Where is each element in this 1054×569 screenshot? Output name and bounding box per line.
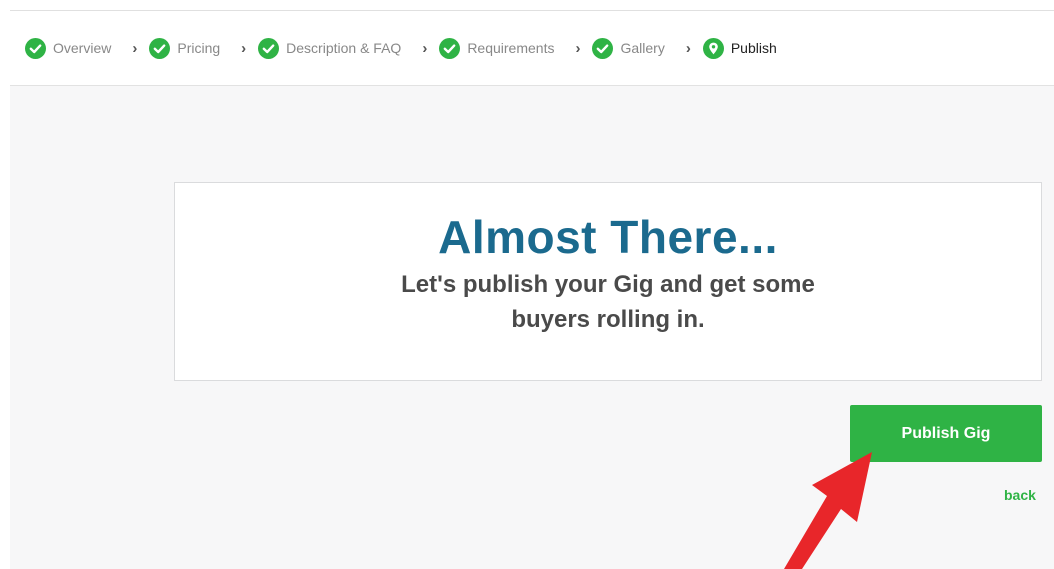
step-publish[interactable]: Publish — [702, 37, 777, 59]
step-pricing[interactable]: Pricing — [149, 37, 221, 59]
chevron-right-icon: › — [132, 39, 138, 57]
publish-gig-button[interactable]: Publish Gig — [850, 405, 1042, 462]
almost-there-card: Almost There... Let's publish your Gig a… — [174, 182, 1042, 381]
chevron-right-icon: › — [241, 39, 247, 57]
chevron-right-icon: › — [685, 39, 691, 57]
step-label: Requirements — [467, 40, 555, 56]
step-label: Overview — [53, 40, 112, 56]
check-circle-icon — [258, 37, 280, 59]
check-circle-icon — [25, 37, 46, 59]
step-overview[interactable]: Overview — [25, 37, 112, 59]
check-circle-icon — [592, 37, 614, 59]
gig-wizard-frame: Overview › Pricing › Description & FAQ ›… — [10, 10, 1054, 569]
step-label: Publish — [730, 40, 777, 56]
check-circle-icon — [439, 37, 461, 59]
card-subtitle: Let's publish your Gig and get some buye… — [401, 271, 815, 333]
step-requirements[interactable]: Requirements — [439, 37, 555, 59]
chevron-right-icon: › — [575, 39, 581, 57]
location-pin-icon — [702, 37, 724, 59]
back-link[interactable]: back — [1004, 487, 1036, 503]
step-description-faq[interactable]: Description & FAQ — [258, 37, 402, 59]
step-label: Pricing — [177, 40, 221, 56]
step-label: Gallery — [620, 40, 665, 56]
check-circle-icon — [149, 37, 171, 59]
card-title: Almost There... — [438, 211, 778, 263]
step-gallery[interactable]: Gallery — [592, 37, 665, 59]
step-label: Description & FAQ — [286, 40, 402, 56]
chevron-right-icon: › — [422, 39, 428, 57]
wizard-stepper: Overview › Pricing › Description & FAQ ›… — [10, 11, 1054, 86]
